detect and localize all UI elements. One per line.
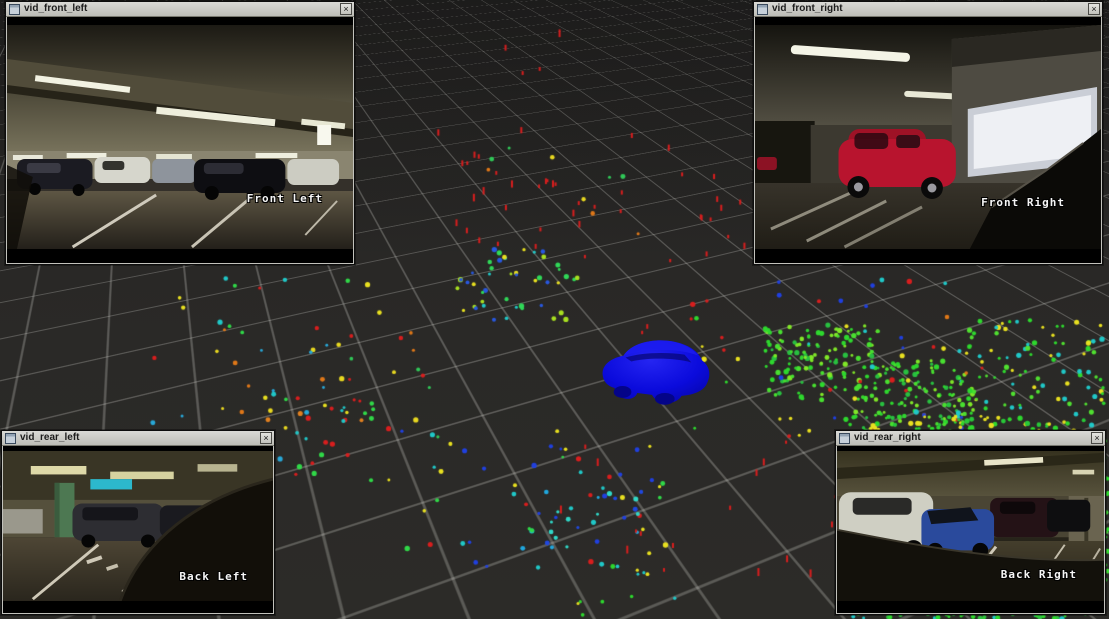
window-title: vid_front_right: [772, 2, 1084, 16]
close-button[interactable]: ×: [260, 432, 272, 444]
close-button[interactable]: ×: [340, 3, 352, 15]
window-icon: [5, 433, 16, 444]
close-button[interactable]: ×: [1091, 432, 1103, 444]
window-title: vid_front_left: [24, 2, 336, 16]
ego-vehicle-model: [596, 331, 714, 408]
camera-image-front-left: Front Left: [7, 25, 353, 249]
camera-label: Front Left: [247, 192, 323, 205]
window-icon: [9, 4, 20, 15]
front-left-scene: [7, 25, 353, 249]
window-vid-front-right: vid_front_right ×: [753, 1, 1103, 265]
ego-vehicle: [596, 331, 714, 407]
window-title: vid_rear_right: [854, 431, 1087, 445]
window-icon: [839, 433, 850, 444]
video-frame-rear-right: Back Right: [837, 446, 1104, 613]
window-icon: [757, 4, 768, 15]
camera-label: Front Right: [981, 196, 1065, 209]
video-frame-front-left: Front Left: [7, 17, 353, 263]
titlebar-front-right[interactable]: vid_front_right ×: [754, 2, 1102, 17]
camera-image-front-right: Front Right: [755, 25, 1101, 249]
titlebar-rear-right[interactable]: vid_rear_right ×: [836, 431, 1105, 446]
window-title: vid_rear_left: [20, 431, 256, 445]
front-right-scene: [755, 25, 1101, 249]
window-vid-rear-left: vid_rear_left ×: [1, 430, 275, 615]
titlebar-front-left[interactable]: vid_front_left ×: [6, 2, 354, 17]
camera-image-rear-left: Back Left: [3, 451, 273, 601]
video-frame-front-right: Front Right: [755, 17, 1101, 263]
close-icon: ×: [263, 433, 268, 443]
camera-label: Back Right: [1001, 568, 1077, 581]
close-icon: ×: [343, 4, 348, 14]
close-button[interactable]: ×: [1088, 3, 1100, 15]
window-vid-front-left: vid_front_left ×: [5, 1, 355, 265]
close-icon: ×: [1091, 4, 1096, 14]
3d-viewport[interactable]: vid_front_left ×: [0, 0, 1109, 619]
window-vid-rear-right: vid_rear_right ×: [835, 430, 1106, 615]
close-icon: ×: [1094, 433, 1099, 443]
camera-image-rear-right: Back Right: [837, 451, 1104, 601]
camera-label: Back Left: [179, 570, 248, 583]
titlebar-rear-left[interactable]: vid_rear_left ×: [2, 431, 274, 446]
video-frame-rear-left: Back Left: [3, 446, 273, 613]
